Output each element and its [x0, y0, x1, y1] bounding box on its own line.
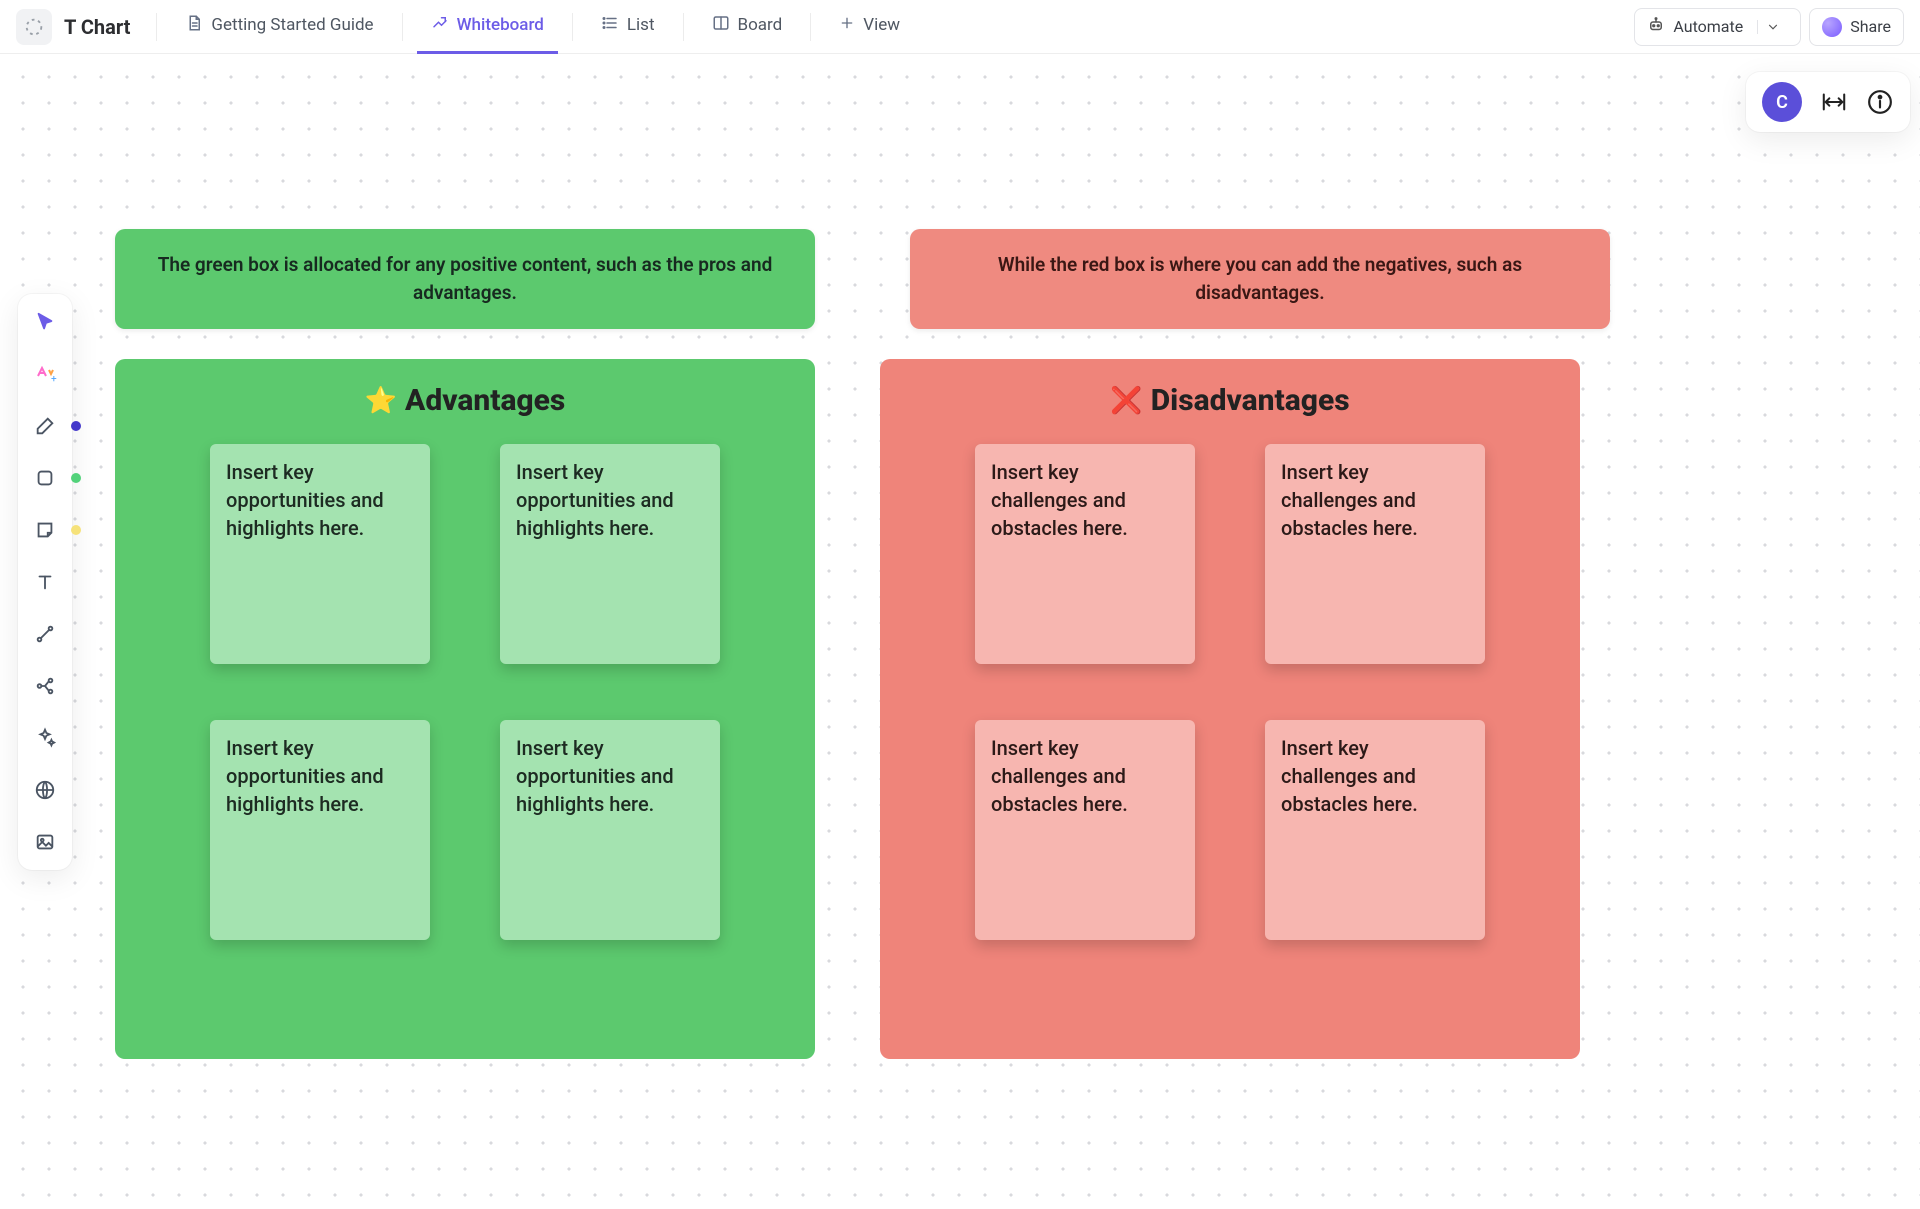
cross-icon: ❌ — [1110, 386, 1142, 416]
tool-ai[interactable]: + — [27, 356, 63, 392]
sticky-note[interactable]: Insert key challenges and obstacles here… — [1265, 720, 1485, 940]
whiteboard-icon — [431, 14, 449, 37]
tab-label: Getting Started Guide — [211, 15, 373, 35]
user-avatar[interactable]: C — [1762, 82, 1802, 122]
add-view-label: View — [863, 15, 900, 35]
app-icon — [16, 9, 52, 45]
pen-color-indicator — [71, 421, 81, 431]
advantages-panel[interactable]: ⭐ Advantages Insert key opportunities an… — [115, 359, 815, 1059]
disadvantages-panel[interactable]: ❌ Disadvantages Insert key challenges an… — [880, 359, 1580, 1059]
info-card-green[interactable]: The green box is allocated for any posit… — [115, 229, 815, 329]
mindmap-icon — [34, 675, 56, 697]
disadvantages-title-text: Disadvantages — [1151, 383, 1350, 418]
fit-width-button[interactable] — [1820, 88, 1848, 116]
page-title: T Chart — [64, 15, 130, 39]
shape-icon — [34, 467, 56, 489]
whiteboard-board: The green box is allocated for any posit… — [0, 54, 1920, 1209]
sticky-note[interactable]: Insert key challenges and obstacles here… — [975, 444, 1195, 664]
doc-icon — [185, 14, 203, 37]
add-view-button[interactable]: View — [825, 0, 914, 54]
divider — [572, 13, 573, 41]
sticky-icon — [34, 519, 56, 541]
text-icon — [34, 571, 56, 593]
board-icon — [712, 14, 730, 37]
tool-connector[interactable] — [27, 616, 63, 652]
automate-dropdown[interactable] — [1757, 20, 1788, 34]
left-toolbar: + — [18, 294, 72, 870]
automate-label: Automate — [1673, 17, 1743, 36]
sticky-note[interactable]: Insert key challenges and obstacles here… — [1265, 444, 1485, 664]
tab-whiteboard[interactable]: Whiteboard — [417, 0, 558, 54]
plus-icon — [839, 15, 855, 36]
disadvantages-notes: Insert key challenges and obstacles here… — [916, 444, 1544, 940]
tab-list[interactable]: List — [587, 0, 669, 54]
automate-button[interactable]: Automate — [1634, 8, 1801, 46]
shape-color-indicator — [71, 473, 81, 483]
tab-getting-started[interactable]: Getting Started Guide — [171, 0, 387, 54]
divider — [683, 13, 684, 41]
canvas[interactable]: C + — [0, 54, 1920, 1209]
tool-image[interactable] — [27, 824, 63, 860]
star-icon: ⭐ — [365, 386, 397, 416]
connector-icon — [34, 623, 56, 645]
tool-text[interactable] — [27, 564, 63, 600]
tool-sticky[interactable] — [27, 512, 63, 548]
sticky-note[interactable]: Insert key opportunities and highlights … — [500, 444, 720, 664]
info-card-text: While the red box is where you can add t… — [938, 251, 1582, 306]
robot-icon — [1647, 16, 1665, 38]
info-card-red[interactable]: While the red box is where you can add t… — [910, 229, 1610, 329]
tool-mindmap[interactable] — [27, 668, 63, 704]
pen-icon — [34, 415, 56, 437]
divider — [156, 13, 157, 41]
share-button[interactable]: Share — [1809, 8, 1904, 46]
info-icon — [1867, 89, 1893, 115]
top-bar: T Chart Getting Started Guide Whiteboard… — [0, 0, 1920, 54]
sticky-note[interactable]: Insert key opportunities and highlights … — [500, 720, 720, 940]
globe-icon — [34, 779, 56, 801]
info-button[interactable] — [1866, 88, 1894, 116]
divider — [810, 13, 811, 41]
share-avatar-icon — [1822, 17, 1842, 37]
tool-embed[interactable] — [27, 772, 63, 808]
tool-pen[interactable] — [27, 408, 63, 444]
tool-templates[interactable] — [27, 720, 63, 756]
tool-shape[interactable] — [27, 460, 63, 496]
ai-icon: + — [33, 362, 57, 386]
share-label: Share — [1850, 17, 1891, 36]
tab-label: Board — [738, 15, 783, 35]
divider — [402, 13, 403, 41]
sticky-color-indicator — [71, 525, 81, 535]
disadvantages-title: ❌ Disadvantages — [916, 383, 1544, 418]
sticky-note[interactable]: Insert key opportunities and highlights … — [210, 444, 430, 664]
list-icon — [601, 14, 619, 37]
chevron-down-icon — [1766, 20, 1780, 34]
cursor-icon — [34, 311, 56, 333]
sticky-note[interactable]: Insert key opportunities and highlights … — [210, 720, 430, 940]
fit-width-icon — [1821, 91, 1847, 113]
svg-text:+: + — [51, 374, 57, 385]
sparkles-icon — [34, 727, 56, 749]
tab-label: Whiteboard — [457, 15, 544, 35]
sticky-note[interactable]: Insert key challenges and obstacles here… — [975, 720, 1195, 940]
tab-label: List — [627, 15, 655, 35]
tab-board[interactable]: Board — [698, 0, 797, 54]
advantages-title-text: Advantages — [405, 383, 565, 418]
image-icon — [34, 831, 56, 853]
advantages-notes: Insert key opportunities and highlights … — [151, 444, 779, 940]
canvas-top-right-controls: C — [1746, 72, 1910, 132]
info-card-text: The green box is allocated for any posit… — [143, 251, 787, 306]
advantages-title: ⭐ Advantages — [151, 383, 779, 418]
tool-select[interactable] — [27, 304, 63, 340]
